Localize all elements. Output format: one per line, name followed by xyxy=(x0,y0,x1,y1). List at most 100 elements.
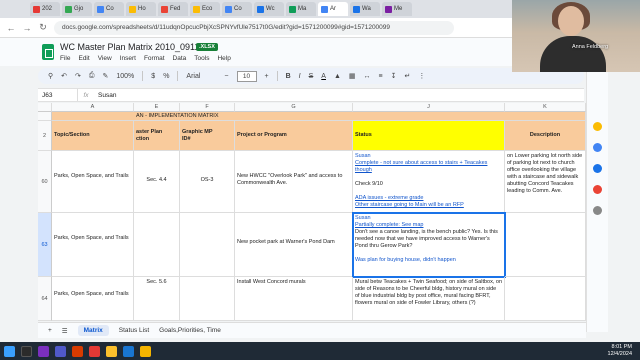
sheet-tab-goals[interactable]: Goals,Priorities, Time xyxy=(159,327,221,334)
zoom-select[interactable]: 100% xyxy=(116,73,134,80)
browser-tab[interactable]: Ma xyxy=(286,2,316,16)
sheet-tab-status-list[interactable]: Status List xyxy=(119,327,149,334)
column-header-e[interactable]: E xyxy=(134,103,180,112)
browser-tab[interactable]: Wc xyxy=(254,2,284,16)
cell-graphic-id[interactable] xyxy=(180,277,235,321)
cell-section[interactable]: Sec. 5.6 xyxy=(134,277,180,321)
font-size-increase-icon[interactable]: + xyxy=(265,73,269,80)
search-icon[interactable] xyxy=(21,345,32,357)
fill-color-icon[interactable]: ▲ xyxy=(334,73,341,80)
browser-tab[interactable]: 202 xyxy=(30,2,60,16)
column-header-f[interactable]: F xyxy=(180,103,235,112)
tasks-icon[interactable] xyxy=(593,164,602,173)
formula-input[interactable]: Susan xyxy=(94,92,116,99)
header-description[interactable]: Description xyxy=(505,121,586,151)
keep-icon[interactable] xyxy=(593,143,602,152)
row-header-60[interactable]: 60 xyxy=(38,151,52,213)
browser-tab[interactable]: Ar xyxy=(318,2,348,16)
browser-tab[interactable]: Me xyxy=(382,2,412,16)
bold-icon[interactable]: B xyxy=(286,73,291,80)
column-header-a[interactable]: A xyxy=(52,103,134,112)
header-graphic-mp-id[interactable]: Graphic MP ID# xyxy=(180,121,235,151)
header-master-plan-section[interactable]: aster Plan ction xyxy=(134,121,180,151)
valign-icon[interactable]: ↧ xyxy=(391,72,397,80)
menu-tools[interactable]: Tools xyxy=(194,55,209,62)
start-icon[interactable] xyxy=(4,345,15,357)
cell-description[interactable]: on Lower parking lot north side of parki… xyxy=(505,151,586,213)
undo-icon[interactable]: ↶ xyxy=(61,72,67,80)
redo-icon[interactable]: ↷ xyxy=(75,72,81,80)
add-sheet-icon[interactable]: + xyxy=(48,327,52,334)
text-color-icon[interactable]: A xyxy=(321,73,326,80)
cell-description[interactable] xyxy=(505,277,586,321)
forward-icon[interactable]: → xyxy=(22,23,32,33)
wrap-icon[interactable]: ↵ xyxy=(405,72,411,80)
maps-icon[interactable] xyxy=(593,185,602,194)
chrome-icon[interactable] xyxy=(106,345,117,357)
cell-topic[interactable]: Parks, Open Space, and Trails xyxy=(52,151,134,213)
borders-icon[interactable]: ▦ xyxy=(349,72,356,80)
browser-tab[interactable]: Fed xyxy=(158,2,188,16)
strikethrough-icon[interactable]: S xyxy=(309,73,314,80)
font-size-input[interactable]: 10 xyxy=(236,70,257,82)
print-icon[interactable]: ⎙ xyxy=(89,72,95,80)
menu-help[interactable]: Help xyxy=(217,55,230,62)
word-icon[interactable] xyxy=(123,345,134,357)
menu-edit[interactable]: Edit xyxy=(78,55,89,62)
calendar-icon[interactable] xyxy=(593,122,602,131)
cell-topic[interactable]: Parks, Open Space, and Trails xyxy=(52,213,134,277)
column-header-g[interactable]: G xyxy=(235,103,353,112)
status-line[interactable]: Complete - not sure about access to stai… xyxy=(355,160,502,174)
cell-section[interactable]: Sec. 4.4 xyxy=(134,151,180,213)
all-sheets-icon[interactable]: ☰ xyxy=(62,327,68,335)
align-icon[interactable]: ≡ xyxy=(379,73,383,80)
row-header-63[interactable]: 63 xyxy=(38,213,52,277)
currency-icon[interactable]: $ xyxy=(151,73,155,80)
paint-format-icon[interactable]: ✎ xyxy=(103,72,109,80)
more-icon[interactable]: ⋮ xyxy=(418,72,425,80)
cell-project[interactable]: New HWCC "Overlook Park" and access to C… xyxy=(235,151,353,213)
column-header-j[interactable]: J xyxy=(353,103,505,112)
browser-tab[interactable]: Gjo xyxy=(62,2,92,16)
browser-tab[interactable]: Co xyxy=(94,2,124,16)
menu-format[interactable]: Format xyxy=(144,55,165,62)
powerpoint-icon[interactable] xyxy=(72,345,83,357)
status-line[interactable]: ADA issues - extreme grade xyxy=(355,195,502,202)
cell-topic[interactable]: Parks, Open Space, and Trails xyxy=(52,277,134,321)
search-menus-icon[interactable]: ⚲ xyxy=(48,72,53,80)
column-header-k[interactable]: K xyxy=(505,103,586,112)
menu-file[interactable]: File xyxy=(60,55,70,62)
italic-icon[interactable]: I xyxy=(299,73,301,80)
header-status[interactable]: Status xyxy=(353,121,505,151)
system-tray-clock[interactable]: 8:01 PM 12/4/2024 xyxy=(608,344,640,358)
corner-cell[interactable] xyxy=(38,103,52,112)
cell-status[interactable]: Mural betw Teacakes + Twin Seafood; on s… xyxy=(353,277,505,321)
cell-status[interactable]: Susan Complete - not sure about access to… xyxy=(353,151,505,213)
sheets-logo-icon[interactable] xyxy=(42,44,54,60)
cell-graphic-id[interactable] xyxy=(180,213,235,277)
file-explorer-icon[interactable] xyxy=(140,345,151,357)
teams-icon[interactable] xyxy=(55,345,66,357)
header-project[interactable]: Project or Program xyxy=(235,121,353,151)
acrobat-icon[interactable] xyxy=(89,345,100,357)
cell-project[interactable]: New pocket park at Warner's Pond Dam xyxy=(235,213,353,277)
add-ons-icon[interactable] xyxy=(593,206,602,215)
font-size-decrease-icon[interactable]: − xyxy=(224,73,228,80)
reload-icon[interactable]: ↻ xyxy=(38,22,48,33)
back-icon[interactable]: ← xyxy=(6,23,16,33)
browser-tab[interactable]: Ho xyxy=(126,2,156,16)
menu-insert[interactable]: Insert xyxy=(120,55,136,62)
sheet-tab-matrix[interactable]: Matrix xyxy=(77,325,109,336)
status-line[interactable]: Partially complete: See map xyxy=(355,222,502,229)
browser-tab[interactable]: Wa xyxy=(350,2,380,16)
merge-cells-icon[interactable]: ↔ xyxy=(364,73,371,80)
menu-data[interactable]: Data xyxy=(173,55,187,62)
row-header-2[interactable]: 2 xyxy=(38,121,52,151)
browser-tab[interactable]: Eco xyxy=(190,2,220,16)
cell-description[interactable] xyxy=(505,213,586,277)
font-select[interactable]: Arial xyxy=(186,73,216,80)
browser-tab[interactable]: Co xyxy=(222,2,252,16)
status-line[interactable]: Other staircase going to Main will be an… xyxy=(355,202,502,209)
row-header-64[interactable]: 64 xyxy=(38,277,52,321)
onenote-icon[interactable] xyxy=(38,345,49,357)
